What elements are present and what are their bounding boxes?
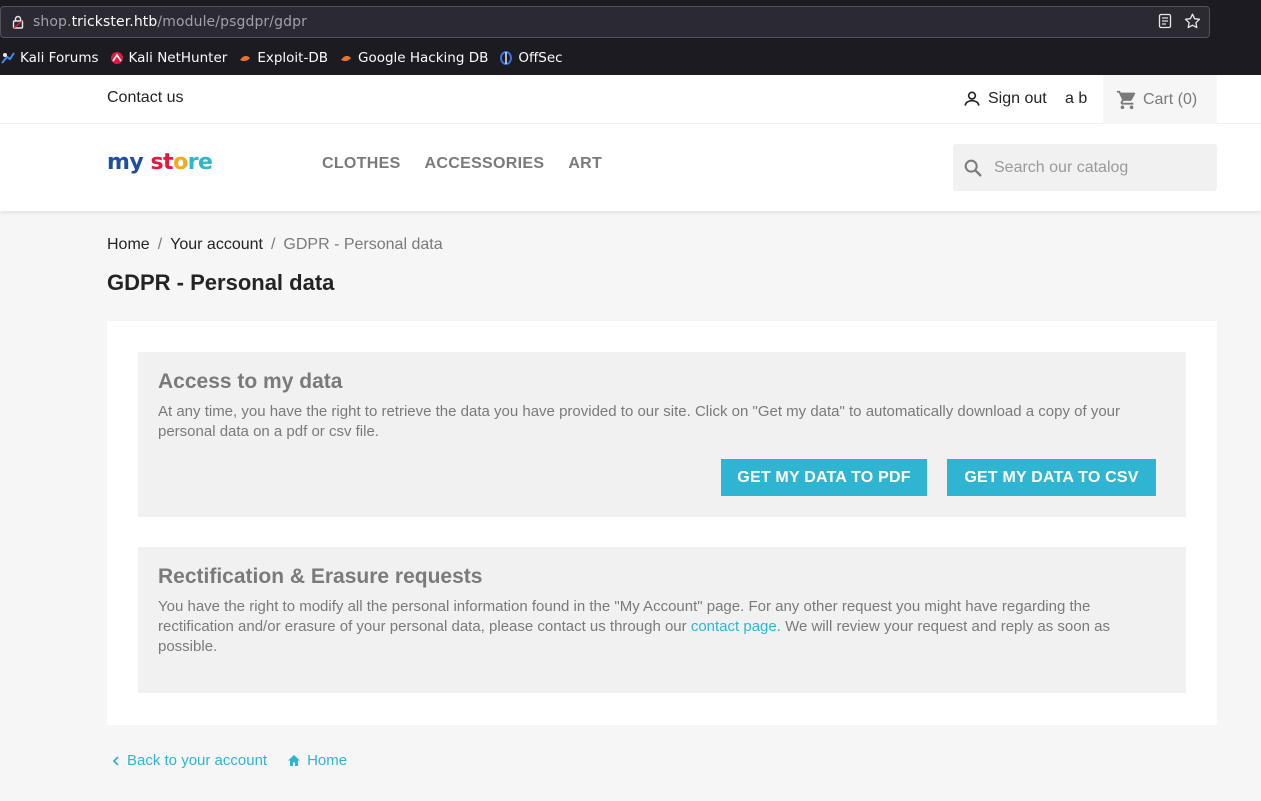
page-title: GDPR - Personal data [107,270,335,295]
header-top: my store CLOTHES ACCESSORIES ART [0,124,1261,211]
reader-view-icon[interactable] [1158,13,1172,34]
nethunter-icon [109,50,125,66]
breadcrumb-separator: / [270,236,276,253]
gdpr-card: Access to my data At any time, you have … [107,321,1217,725]
back-to-account-link[interactable]: Back to your account [111,752,267,769]
menu-item-accessories[interactable]: ACCESSORIES [425,155,545,173]
offsec-icon [498,50,514,66]
rectification-section: Rectification & Erasure requests You hav… [138,547,1186,693]
home-icon [288,755,301,766]
access-data-heading: Access to my data [158,370,343,393]
bookmark-kali-nethunter[interactable]: Kali NetHunter [109,50,227,66]
home-link[interactable]: Home [287,752,347,769]
bookmark-star-icon[interactable] [1184,13,1201,34]
exploitdb-icon [237,50,253,66]
ghdb-icon [338,50,354,66]
menu-item-clothes[interactable]: CLOTHES [322,155,401,173]
search-box [953,144,1217,191]
breadcrumb-separator: / [157,236,163,253]
bookmark-exploit-db[interactable]: Exploit-DB [237,50,328,66]
main-menu: CLOTHES ACCESSORIES ART [322,155,602,173]
lock-icon[interactable] [7,15,29,29]
get-data-pdf-button[interactable]: GET MY DATA TO PDF [721,459,927,496]
contact-us-link[interactable]: Contact us [107,89,183,107]
contact-page-link[interactable]: contact page [691,618,777,635]
kali-dragon-icon [0,50,16,66]
sign-out-link[interactable]: Sign out [962,89,1047,109]
search-icon[interactable] [962,157,984,179]
address-bar[interactable]: shop.trickster.htb/module/psgdpr/gdpr [0,6,1210,38]
shopping-cart-icon [1116,90,1136,109]
account-username[interactable]: a b [1065,90,1087,108]
breadcrumb-current: GDPR - Personal data [283,236,443,253]
cart-label: Cart (0) [1143,90,1198,108]
account-footer-links: Back to your account Home [111,752,367,769]
get-data-csv-button[interactable]: GET MY DATA TO CSV [947,459,1156,496]
breadcrumb: Home / Your account / GDPR - Personal da… [107,236,443,254]
bookmark-offsec[interactable]: OffSec [498,50,563,66]
access-data-text: At any time, you have the right to retri… [158,403,1120,440]
bookmark-google-hacking-db[interactable]: Google Hacking DB [338,50,488,66]
chevron-left-icon [112,755,119,766]
rectification-text: You have the right to modify all the per… [158,598,1110,655]
cart-button[interactable]: Cart (0) [1103,75,1217,124]
bookmarks-bar: Kali Forums Kali NetHunter Exploit-DB Go… [0,44,573,72]
menu-item-art[interactable]: ART [568,155,602,173]
bookmark-kali-forums[interactable]: Kali Forums [0,50,99,66]
rectification-heading: Rectification & Erasure requests [158,565,483,588]
breadcrumb-account[interactable]: Your account [170,236,263,254]
access-data-section: Access to my data At any time, you have … [138,352,1186,517]
browser-chrome: shop.trickster.htb/module/psgdpr/gdpr Ka… [0,0,1261,75]
search-input[interactable] [994,158,1194,177]
user-icon [964,91,980,106]
sign-out-label: Sign out [988,90,1047,107]
header-nav: Contact us Sign out a b Cart (0) [0,75,1261,124]
store-logo[interactable]: my store [107,150,213,175]
url-text[interactable]: shop.trickster.htb/module/psgdpr/gdpr [33,14,307,30]
breadcrumb-home[interactable]: Home [107,236,150,254]
